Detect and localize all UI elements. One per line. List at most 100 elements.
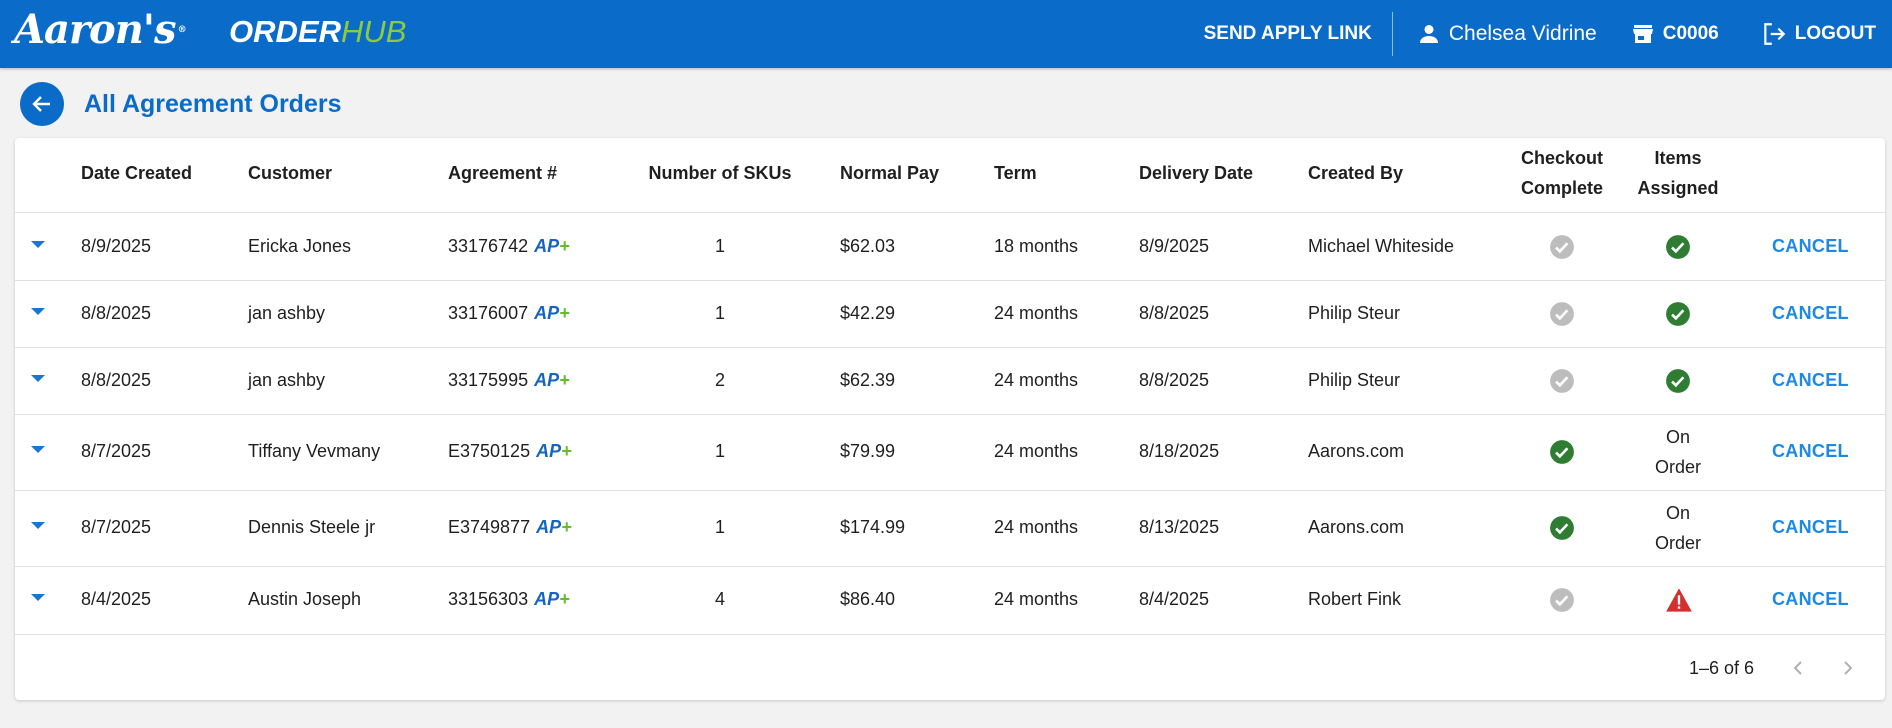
checkout-status-cell	[1549, 301, 1575, 332]
expand-row-caret-icon[interactable]	[31, 374, 45, 382]
agreement-cell: 33176007 AP+	[448, 303, 570, 324]
header-skus[interactable]: Number of SKUs	[648, 163, 791, 184]
row-divider	[15, 566, 1885, 567]
ap-plus-badge: AP+	[536, 517, 572, 537]
ap-badge-plus: +	[559, 369, 570, 390]
ap-badge-plus: +	[559, 589, 570, 609]
normal-pay-cell: $62.03	[840, 235, 896, 256]
items-status-cell	[1665, 587, 1693, 618]
header-items-line2: Assigned	[1637, 178, 1719, 198]
orderhub-logo[interactable]: ORDERHUB	[229, 14, 406, 50]
expand-row-caret-icon[interactable]	[31, 594, 45, 601]
footer-divider	[15, 634, 1885, 635]
created-by-cell: Robert Fink	[1308, 589, 1402, 609]
storefront-icon	[1632, 25, 1653, 43]
pending-check-icon	[1550, 301, 1574, 326]
checkout-status-cell	[1549, 587, 1575, 618]
expand-row-caret-icon[interactable]	[31, 446, 45, 453]
items-status-on-order: On Order	[1655, 498, 1701, 558]
skus-cell: 1	[714, 235, 726, 256]
pending-check-icon	[1550, 368, 1574, 393]
date-created-cell: 8/8/2025	[81, 369, 152, 390]
skus-cell: 1	[714, 302, 726, 323]
check-circle-icon	[1666, 368, 1690, 393]
send-apply-link-label: SEND APPLY LINK	[1203, 23, 1372, 44]
header-checkout-complete[interactable]: Checkout Complete	[1521, 138, 1603, 203]
next-page-button[interactable]	[1836, 656, 1860, 685]
user-menu[interactable]: Chelsea Vidrine	[1417, 22, 1597, 46]
prev-page-button[interactable]	[1786, 656, 1810, 685]
back-button[interactable]	[20, 82, 64, 126]
term-cell: 18 months	[994, 235, 1079, 256]
term-cell: 24 months	[994, 369, 1079, 390]
term-cell: 24 months	[994, 517, 1079, 537]
header-delivery-date[interactable]: Delivery Date	[1139, 163, 1253, 184]
header-actions: SEND APPLY LINK Chelsea Vidrine C0006 LO…	[1204, 0, 1892, 68]
check-circle-icon	[1550, 516, 1574, 540]
header-items-assigned[interactable]: Items Assigned	[1637, 138, 1718, 203]
header-checkout-line1: Checkout	[1520, 148, 1604, 168]
ap-plus-badge: AP+	[536, 441, 572, 461]
date-created-cell: 8/9/2025	[81, 235, 152, 256]
delivery-date-cell: 8/13/2025	[1139, 517, 1220, 537]
registered-mark: ®	[177, 25, 187, 35]
chevron-left-icon	[1793, 661, 1802, 675]
items-status-on-order: On Order	[1655, 422, 1701, 482]
cancel-order-button[interactable]: CANCEL	[1772, 303, 1849, 324]
created-by-cell: Michael Whiteside	[1308, 235, 1455, 256]
app-header: Aaron's ® ORDERHUB SEND APPLY LINK Chelse…	[0, 0, 1892, 68]
expand-row-caret-icon[interactable]	[31, 307, 45, 315]
aarons-logo[interactable]: Aaron's ®	[14, 6, 187, 53]
cancel-order-button[interactable]: CANCEL	[1772, 370, 1849, 391]
cancel-order-button[interactable]: CANCEL	[1772, 236, 1849, 257]
delivery-date-cell: 8/8/2025	[1139, 369, 1210, 390]
ap-badge-plus: +	[559, 302, 570, 323]
ap-badge-plus: +	[559, 235, 570, 256]
logout-button[interactable]: LOGOUT	[1761, 21, 1876, 47]
cancel-order-button[interactable]: CANCEL	[1772, 441, 1849, 462]
header-customer[interactable]: Customer	[248, 163, 332, 184]
arrow-left-icon	[32, 96, 50, 112]
created-by-cell: Philip Steur	[1308, 302, 1401, 323]
logout-label: LOGOUT	[1794, 23, 1876, 44]
ap-plus-badge: AP+	[534, 303, 570, 323]
skus-cell: 4	[714, 589, 726, 609]
term-cell: 24 months	[994, 302, 1079, 323]
term-cell: 24 months	[994, 589, 1079, 609]
agreement-number: E3750125	[448, 441, 531, 461]
agreement-number: 33175995	[448, 369, 529, 390]
customer-cell: jan ashby	[248, 369, 326, 390]
items-order-line: Order	[1654, 457, 1702, 477]
row-divider	[15, 414, 1885, 415]
ap-plus-badge: AP+	[534, 370, 570, 390]
send-apply-link-button[interactable]: SEND APPLY LINK	[1204, 23, 1372, 45]
logout-icon	[1763, 23, 1786, 45]
store-selector[interactable]: C0006	[1631, 22, 1719, 46]
header-normal-pay[interactable]: Normal Pay	[840, 163, 939, 184]
normal-pay-cell: $174.99	[840, 517, 906, 537]
agreement-number: 33176742	[448, 235, 529, 256]
ap-badge-text: AP	[536, 441, 562, 461]
items-on-line: On	[1665, 503, 1691, 523]
date-created-cell: 8/7/2025	[81, 517, 152, 537]
expand-row-caret-icon[interactable]	[31, 240, 45, 248]
customer-cell: Tiffany Vevmany	[248, 441, 381, 461]
header-term[interactable]: Term	[994, 163, 1037, 184]
agreement-cell: 33176742 AP+	[448, 236, 570, 257]
cancel-order-button[interactable]: CANCEL	[1772, 589, 1849, 610]
ap-badge-text: AP	[534, 302, 560, 323]
header-created-by[interactable]: Created By	[1308, 163, 1403, 184]
normal-pay-cell: $42.29	[840, 302, 896, 323]
normal-pay-cell: $86.40	[840, 589, 896, 609]
header-agreement[interactable]: Agreement #	[448, 163, 557, 184]
header-items-line1: Items	[1654, 148, 1702, 168]
brand-name: Aaron's	[14, 6, 177, 53]
agreement-number: 33156303	[448, 589, 529, 609]
app-name-hub: HUB	[340, 14, 407, 49]
expand-row-caret-icon[interactable]	[31, 522, 45, 529]
header-date-created[interactable]: Date Created	[81, 163, 192, 184]
cancel-order-button[interactable]: CANCEL	[1772, 517, 1849, 538]
delivery-date-cell: 8/8/2025	[1139, 302, 1210, 323]
date-created-cell: 8/7/2025	[81, 441, 152, 461]
checkout-status-cell	[1549, 234, 1575, 265]
